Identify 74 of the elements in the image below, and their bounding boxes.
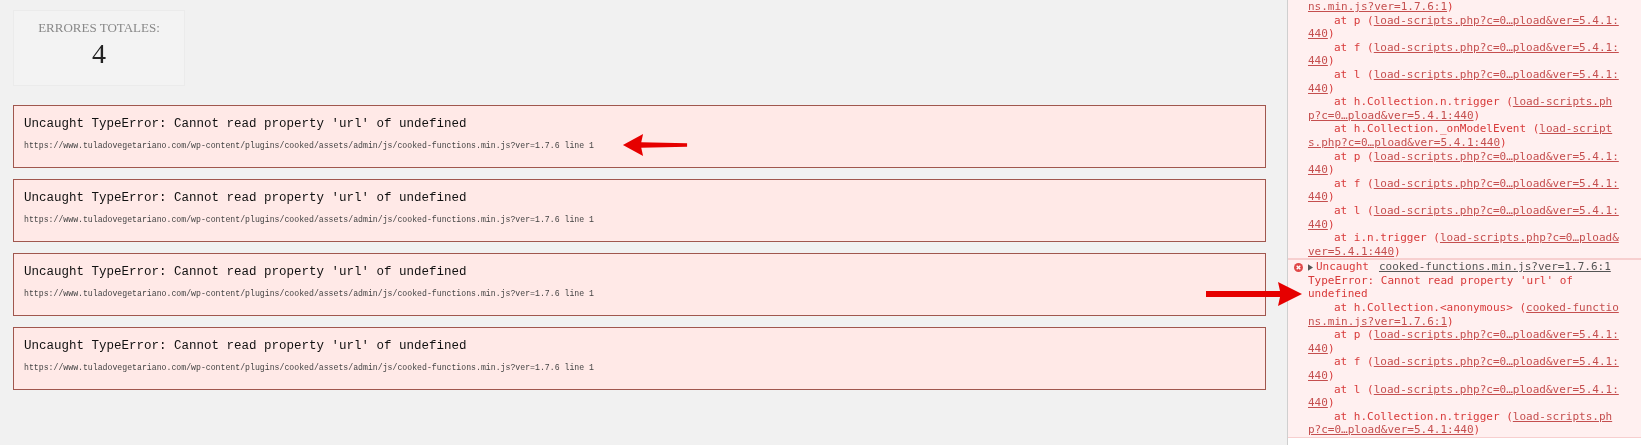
stack-text: ) — [1473, 108, 1481, 123]
source-link[interactable]: load-scripts.php?c=0…pload&ver=5.4.1: — [1373, 328, 1619, 342]
stack-text: ) — [1327, 163, 1335, 177]
stack-text: ) — [1447, 314, 1454, 329]
stack-text: at f ( — [1334, 40, 1374, 55]
error-message: Uncaught TypeError: Cannot read property 'url' of undefined — [24, 265, 467, 279]
source-link[interactable]: load-scripts.php?c=0…pload&ver=5.4.1: — [1373, 203, 1619, 218]
source-link[interactable]: load-scripts.php?c=0…pload&ver=5.4.1: — [1373, 176, 1619, 191]
stack-text: ) — [1473, 423, 1481, 437]
stack-text: at i.n.trigger ( — [1334, 231, 1440, 245]
source-link[interactable]: p?c=0…pload&ver=5.4.1:440 — [1308, 108, 1474, 123]
source-link[interactable]: 440 — [1308, 217, 1328, 232]
stack-text: ) — [1500, 135, 1507, 150]
stack-text: at h.Collection._onModelEvent ( — [1334, 122, 1540, 136]
stack-text: ) — [1394, 244, 1401, 259]
console-error-title: Uncaught — [1316, 260, 1369, 274]
source-link[interactable]: ns.min.js?ver=1.7.6:1 — [1308, 314, 1448, 329]
stack-text: at l ( — [1334, 203, 1374, 218]
stack-text: at f ( — [1334, 176, 1374, 191]
source-link[interactable]: cooked-functio — [1526, 301, 1619, 315]
stack-text: at h.Collection.n.trigger ( — [1334, 409, 1513, 424]
total-errors-count: 4 — [92, 37, 106, 71]
source-link[interactable]: load-scripts.ph — [1512, 409, 1613, 424]
stack-text: at h.Collection.<anonymous> ( — [1334, 301, 1527, 315]
error-source: https://www.tuladovegetariano.com/wp-content/plugins/cooked/assets/admin/js/cooked-functions.min.js?ver=1.7.6 line 1 — [24, 140, 594, 150]
stack-text: ) — [1327, 190, 1335, 204]
stack-text: ) — [1447, 0, 1454, 14]
stack-text: ) — [1327, 81, 1335, 96]
source-link[interactable]: 440 — [1308, 369, 1328, 383]
stack-text: at p ( — [1334, 149, 1374, 164]
error-message: Uncaught TypeError: Cannot read property 'url' of undefined — [24, 117, 467, 131]
stack-text: at l ( — [1334, 382, 1374, 397]
stack-text: at f ( — [1334, 355, 1374, 370]
stack-text: at h.Collection.n.trigger ( — [1334, 95, 1513, 109]
total-errors-label: ERRORES TOTALES: — [38, 20, 160, 36]
error-source: https://www.tuladovegetariano.com/wp-content/plugins/cooked/assets/admin/js/cooked-functions.min.js?ver=1.7.6 line 1 — [24, 214, 594, 224]
source-link[interactable]: cooked-functions.min.js?ver=1.7.6:1 — [1379, 260, 1611, 274]
source-link[interactable]: load-scripts.php?c=0…pload&ver=5.4.1: — [1373, 149, 1619, 164]
source-link[interactable]: load-scripts.ph — [1512, 95, 1613, 109]
stack-text: ) — [1327, 27, 1335, 41]
source-link[interactable]: load-scripts.php?c=0…pload& — [1439, 231, 1619, 245]
stack-text: at p ( — [1334, 328, 1374, 342]
error-source: https://www.tuladovegetariano.com/wp-content/plugins/cooked/assets/admin/js/cooked-functions.min.js?ver=1.7.6 line 1 — [24, 288, 594, 298]
source-link[interactable]: 440 — [1308, 54, 1328, 68]
source-link[interactable]: load-scripts.php?c=0…pload&ver=5.4.1: — [1373, 382, 1619, 397]
stack-text: ) — [1327, 217, 1335, 232]
error-icon — [1294, 262, 1303, 272]
stack-text: ) — [1327, 54, 1335, 68]
source-link[interactable]: 440 — [1308, 27, 1328, 41]
stack-text: undefined — [1308, 287, 1368, 302]
expand-icon[interactable] — [1308, 263, 1313, 271]
source-link[interactable]: ns.min.js?ver=1.7.6:1 — [1308, 0, 1448, 14]
stack-text: ) — [1327, 396, 1335, 410]
source-link[interactable]: load-scripts.php?c=0…pload&ver=5.4.1: — [1373, 355, 1619, 370]
source-link[interactable]: load-scripts.php?c=0…pload&ver=5.4.1: — [1373, 40, 1619, 55]
source-link[interactable]: 440 — [1308, 190, 1328, 204]
source-link[interactable]: ver=5.4.1:440 — [1308, 244, 1395, 259]
source-link[interactable]: load-scripts.php?c=0…pload&ver=5.4.1: — [1373, 67, 1619, 82]
source-link[interactable]: p?c=0…pload&ver=5.4.1:440 — [1308, 423, 1474, 437]
stack-text: ) — [1327, 341, 1335, 356]
error-source: https://www.tuladovegetariano.com/wp-content/plugins/cooked/assets/admin/js/cooked-functions.min.js?ver=1.7.6 line 1 — [24, 362, 594, 372]
stack-text: at p ( — [1334, 13, 1374, 28]
source-link[interactable]: load-script — [1539, 122, 1613, 136]
source-link[interactable]: load-scripts.php?c=0…pload&ver=5.4.1: — [1373, 13, 1619, 28]
stack-text: at l ( — [1334, 67, 1374, 82]
stack-text: ) — [1327, 369, 1335, 383]
error-message: Uncaught TypeError: Cannot read property 'url' of undefined — [24, 191, 467, 205]
source-link[interactable]: 440 — [1308, 163, 1328, 177]
error-message: Uncaught TypeError: Cannot read property 'url' of undefined — [24, 339, 467, 353]
source-link[interactable]: 440 — [1308, 396, 1328, 410]
source-link[interactable]: 440 — [1308, 81, 1328, 96]
source-link[interactable]: s.php?c=0…pload&ver=5.4.1:440 — [1308, 135, 1501, 150]
source-link[interactable]: 440 — [1308, 341, 1328, 356]
stack-text: TypeError: Cannot read property 'url' of — [1308, 273, 1573, 288]
